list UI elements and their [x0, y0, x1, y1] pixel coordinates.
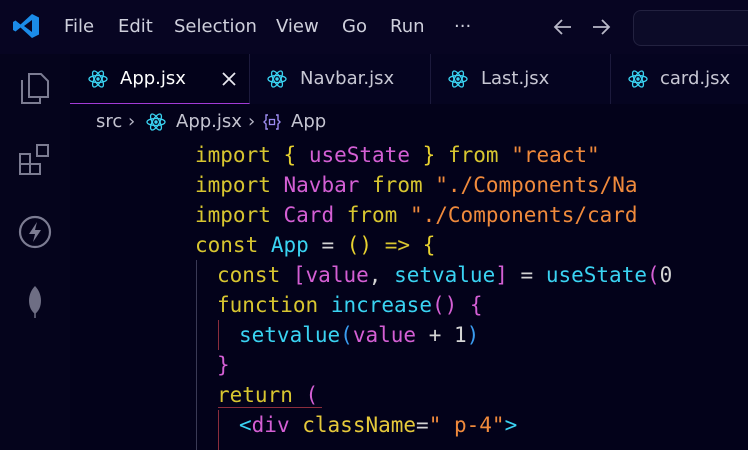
react-icon	[448, 70, 468, 88]
indent-guide	[218, 320, 219, 350]
react-icon	[146, 113, 166, 131]
code-editor[interactable]: import { useState } from "react" import …	[70, 140, 748, 450]
react-icon	[88, 70, 108, 88]
tab-label: Navbar.jsx	[300, 68, 395, 89]
code-line-3: import Card from "./Components/card	[195, 203, 638, 227]
chevron-right-icon: ›	[248, 111, 256, 132]
tab-app-jsx[interactable]: App.jsx	[70, 54, 250, 104]
breadcrumb-symbol[interactable]: App	[291, 104, 326, 140]
breadcrumb-folder[interactable]: src	[96, 104, 122, 140]
react-icon	[628, 70, 648, 88]
tab-label: App.jsx	[120, 68, 186, 89]
tab-navbar-jsx[interactable]: Navbar.jsx	[250, 54, 431, 104]
code-line-6: function increase() {	[217, 293, 483, 317]
code-line-10: <div className=" p-4">	[239, 413, 518, 437]
react-icon	[267, 70, 287, 88]
explorer-icon[interactable]	[17, 70, 53, 106]
chevron-right-icon: ›	[128, 111, 136, 132]
tab-label: Last.jsx	[481, 68, 550, 89]
code-line-7: setvalue(value + 1)	[239, 323, 480, 347]
menu-view[interactable]: View	[276, 0, 319, 54]
code-line-1: import { useState } from "react"	[195, 143, 600, 167]
code-line-8: }	[217, 353, 230, 377]
tab-card-jsx[interactable]: card.jsx	[611, 54, 748, 104]
symbol-module-icon	[263, 114, 281, 130]
indent-guide	[218, 410, 219, 450]
menu-selection[interactable]: Selection	[174, 0, 257, 54]
activity-bar	[0, 54, 70, 450]
code-line-4: const App = () => {	[195, 233, 436, 257]
arrow-left-icon[interactable]	[552, 16, 574, 38]
title-bar: File Edit Selection View Go Run ···	[0, 0, 748, 54]
tab-last-jsx[interactable]: Last.jsx	[431, 54, 611, 104]
arrow-right-icon[interactable]	[590, 16, 612, 38]
menu-run[interactable]: Run	[390, 0, 425, 54]
code-line-9: return (	[217, 383, 319, 407]
vscode-logo-icon[interactable]	[12, 12, 40, 40]
menu-more[interactable]: ···	[454, 0, 471, 54]
breadcrumb-file[interactable]: App.jsx	[176, 104, 242, 140]
menu-file[interactable]: File	[64, 0, 94, 54]
menu-edit[interactable]: Edit	[118, 0, 153, 54]
code-line-2: import Navbar from "./Components/Na	[195, 173, 638, 197]
breadcrumb: src › App.jsx › App	[70, 104, 748, 140]
menu-go[interactable]: Go	[342, 0, 367, 54]
indent-guide	[196, 260, 197, 450]
extensions-icon[interactable]	[17, 142, 53, 178]
lightning-icon[interactable]	[17, 214, 53, 250]
mongodb-leaf-icon[interactable]	[17, 284, 53, 320]
command-center-search[interactable]	[633, 10, 748, 46]
tab-bar: App.jsx Navbar.jsx Last.jsx card.jsx	[70, 54, 748, 104]
code-line-5: const [value, setvalue] = useState(0	[217, 263, 673, 287]
tab-label: card.jsx	[660, 68, 731, 89]
close-icon[interactable]	[220, 70, 238, 88]
